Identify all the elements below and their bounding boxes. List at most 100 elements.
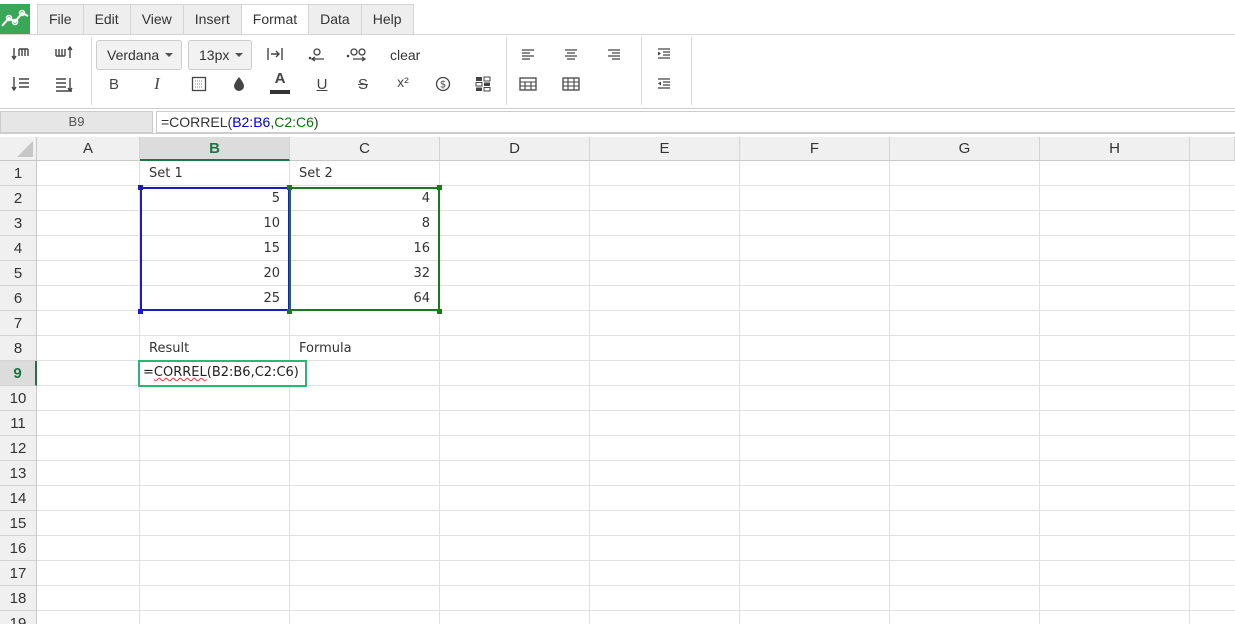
chevron-down-icon (235, 53, 244, 57)
indent-decrease-button[interactable] (649, 70, 679, 98)
row-header[interactable]: 11 (0, 411, 37, 436)
column-header-f[interactable]: F (740, 137, 890, 161)
toolbar: Verdana 13px clear B I A U S x² $ (0, 35, 1235, 108)
app-logo-icon[interactable] (0, 4, 30, 34)
insert-col-left-icon[interactable] (49, 70, 79, 98)
formula-input[interactable]: =CORREL(B2:B6,C2:C6) (156, 111, 1235, 133)
italic-button[interactable]: I (142, 70, 172, 98)
unmerge-cells-button[interactable] (556, 70, 586, 98)
text-color-swatch (270, 89, 290, 94)
row-header[interactable]: 6 (0, 286, 37, 311)
row-header[interactable]: 1 (0, 161, 37, 186)
column-header-a[interactable]: A (37, 137, 140, 161)
text-wrap-icon[interactable] (260, 40, 290, 68)
row-header[interactable]: 14 (0, 486, 37, 511)
font-family-select[interactable]: Verdana (96, 40, 182, 70)
row-header[interactable]: 5 (0, 261, 37, 286)
indent-decrease-icon (658, 78, 670, 89)
underline-button[interactable]: U (307, 70, 337, 98)
formula-prefix: =CORREL( (161, 114, 233, 130)
decrease-decimal-icon[interactable] (302, 40, 332, 68)
cell-c1[interactable]: Set 2 (290, 161, 440, 186)
indent-increase-button[interactable] (649, 40, 679, 68)
cell-b1[interactable]: Set 1 (140, 161, 290, 186)
borders-button[interactable] (184, 70, 214, 98)
range-handle[interactable] (437, 309, 442, 314)
align-left-icon (522, 49, 534, 60)
text-color-icon: A (274, 69, 286, 87)
column-header-e[interactable]: E (590, 137, 740, 161)
fill-color-button[interactable] (224, 70, 254, 98)
gridline (37, 485, 1235, 486)
row-header[interactable]: 16 (0, 536, 37, 561)
column-header-b[interactable]: B (140, 137, 290, 161)
gridline (1189, 161, 1190, 624)
column-header-h[interactable]: H (1040, 137, 1190, 161)
text-color-button[interactable]: A (265, 68, 295, 96)
gridline (889, 161, 890, 624)
gridline (739, 161, 740, 624)
row-header[interactable]: 13 (0, 461, 37, 486)
strikethrough-button[interactable]: S (348, 70, 378, 98)
cell-editor-b9[interactable]: =CORREL(B2:B6,C2:C6) (138, 360, 307, 387)
row-header[interactable]: 18 (0, 586, 37, 611)
formula-bar: B9 =CORREL(B2:B6,C2:C6) (0, 108, 1235, 134)
row-header-selected[interactable]: 9 (0, 361, 37, 386)
row-header[interactable]: 17 (0, 561, 37, 586)
range-handle[interactable] (287, 185, 292, 190)
column-header-c[interactable]: C (290, 137, 440, 161)
superscript-button[interactable]: x² (388, 68, 418, 96)
font-size-value: 13px (199, 47, 230, 63)
row-header[interactable]: 10 (0, 386, 37, 411)
row-header[interactable]: 4 (0, 236, 37, 261)
column-header-d[interactable]: D (440, 137, 590, 161)
name-box[interactable]: B9 (0, 111, 153, 133)
range-handle[interactable] (437, 185, 442, 190)
toolbar-separator (91, 37, 92, 105)
bold-button[interactable]: B (99, 70, 129, 98)
menu-file[interactable]: File (38, 5, 84, 34)
insert-row-above-icon[interactable] (6, 40, 36, 68)
cell-c8[interactable]: Formula (290, 336, 440, 361)
strikethrough-icon: S (357, 75, 368, 93)
align-right-button[interactable] (599, 40, 629, 68)
select-all-corner[interactable] (0, 137, 37, 161)
clear-format-button[interactable]: clear (384, 44, 426, 66)
toolbar-separator (506, 37, 507, 105)
gridline (37, 560, 1235, 561)
grid-icon (562, 77, 580, 91)
increase-decimal-icon[interactable] (342, 40, 372, 68)
gridline (37, 535, 1235, 536)
column-header-g[interactable]: G (890, 137, 1040, 161)
merge-cells-button[interactable] (513, 70, 543, 98)
spreadsheet-grid[interactable]: A B C D E F G H 1 2 3 4 5 6 7 8 9 10 11 … (0, 137, 1235, 624)
menu-insert[interactable]: Insert (184, 5, 242, 34)
align-left-button[interactable] (513, 40, 543, 68)
cell-b8[interactable]: Result (140, 336, 290, 361)
menu-edit[interactable]: Edit (84, 5, 131, 34)
menu-data[interactable]: Data (309, 5, 362, 34)
align-center-button[interactable] (556, 40, 586, 68)
menu-view[interactable]: View (131, 5, 184, 34)
merge-cells-icon (519, 77, 537, 91)
row-header[interactable]: 3 (0, 211, 37, 236)
menu-help[interactable]: Help (362, 5, 413, 34)
currency-button[interactable]: $ (428, 70, 458, 98)
insert-col-right-icon[interactable] (49, 40, 79, 68)
row-header[interactable]: 2 (0, 186, 37, 211)
editor-args: (B2:B6,C2:C6) (206, 365, 299, 380)
range-handle[interactable] (138, 185, 143, 190)
row-header[interactable]: 19 (0, 611, 37, 624)
row-header[interactable]: 7 (0, 311, 37, 336)
row-header[interactable]: 12 (0, 436, 37, 461)
range-handle[interactable] (287, 309, 292, 314)
menu-format[interactable]: Format (241, 5, 310, 37)
column-header-extra[interactable] (1190, 137, 1235, 161)
insert-row-below-icon[interactable] (6, 70, 36, 98)
conditional-format-button[interactable] (468, 70, 498, 98)
row-header[interactable]: 15 (0, 511, 37, 536)
row-header[interactable]: 8 (0, 336, 37, 361)
font-size-select[interactable]: 13px (188, 40, 252, 70)
range-handle[interactable] (138, 309, 143, 314)
editor-function-name: CORREL (153, 365, 207, 380)
